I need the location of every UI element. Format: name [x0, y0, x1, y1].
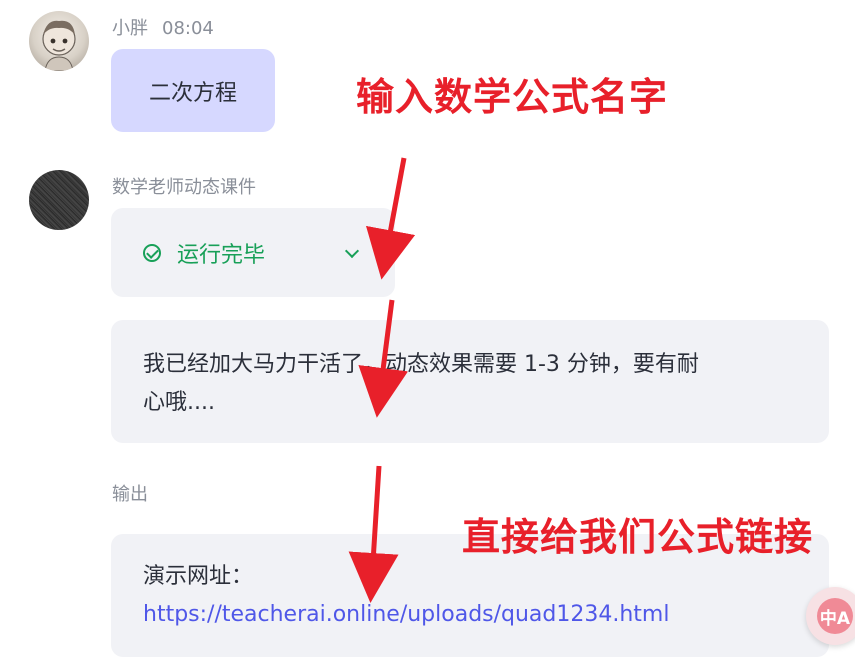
annotation-arrows [348, 157, 416, 603]
arrow-1 [365, 157, 416, 280]
arrow-3 [348, 465, 399, 603]
translate-fab-icon: 中A [817, 598, 853, 634]
arrow-2 [358, 299, 408, 418]
chat-screen: 小胖 08:04 二次方程 数学老师动态课件 运行完毕 我已经加大马力干活了，动态… [0, 0, 855, 668]
translate-fab[interactable]: 中A [806, 587, 855, 645]
